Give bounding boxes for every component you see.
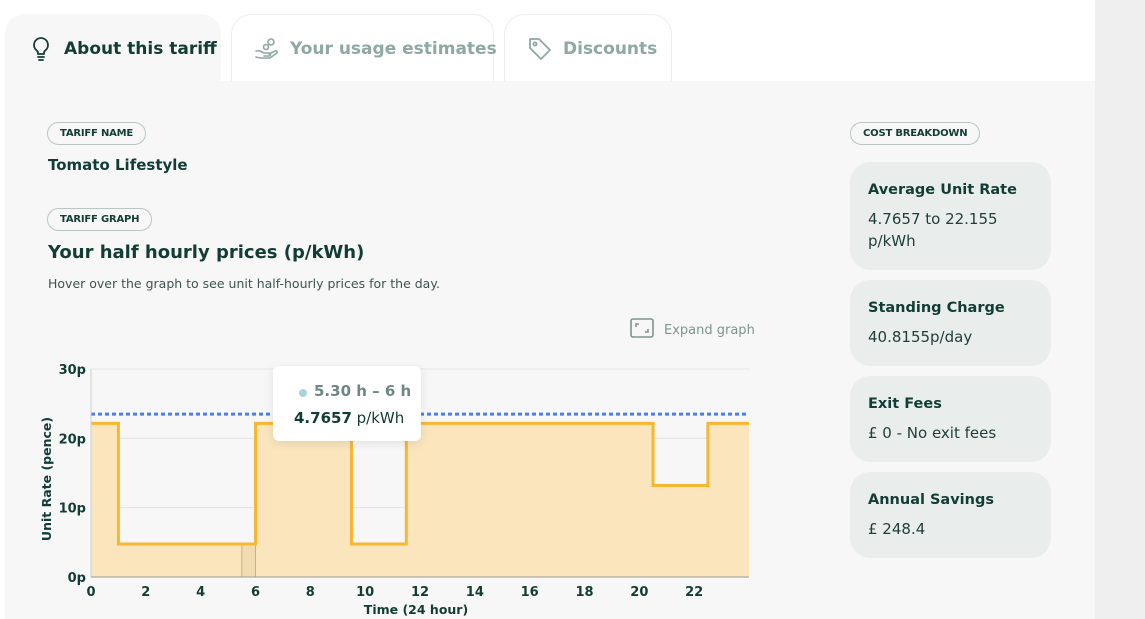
card-value: 4.7657 to 22.155 p/kWh <box>868 210 998 250</box>
card-title: Exit Fees <box>868 396 942 412</box>
x-tick-label: 20 <box>630 585 648 600</box>
x-tick-label: 0 <box>86 585 95 600</box>
tooltip-time: 5.30 h – 6 h <box>314 382 412 400</box>
x-axis-label: Time (24 hour) <box>364 602 468 617</box>
tooltip-price-unit: p/kWh <box>351 409 405 427</box>
tooltip-dot <box>299 389 307 397</box>
y-tick-label: 20p <box>59 432 86 447</box>
y-tick-label: 30p <box>59 363 86 378</box>
tab-discounts[interactable]: Discounts <box>504 14 672 82</box>
expand-graph-button[interactable]: Expand graph <box>630 318 755 342</box>
tab-bar: About this tariff Your usage estimates D… <box>5 14 1095 82</box>
tab-label: About this tariff <box>64 38 217 59</box>
graph-description: Hover over the graph to see unit half-ho… <box>48 276 440 291</box>
tab-label: Discounts <box>563 38 658 59</box>
tariff-name: Tomato Lifestyle <box>48 156 188 174</box>
card-title: Average Unit Rate <box>868 182 1017 198</box>
tariff-name-pill: TARIFF NAME <box>47 122 147 145</box>
chart-tooltip: 5.30 h – 6 h 4.7657 p/kWh <box>273 366 421 441</box>
x-tick-label: 4 <box>196 585 205 600</box>
tag-icon <box>527 36 553 62</box>
x-tick-label: 22 <box>685 585 703 600</box>
card-value: 40.8155p/day <box>868 328 973 346</box>
lightbulb-icon <box>28 36 54 62</box>
card-value: £ 0 - No exit fees <box>868 424 997 442</box>
x-tick-label: 10 <box>356 585 374 600</box>
card-value: £ 248.4 <box>868 520 926 538</box>
average-unit-rate-card: Average Unit Rate 4.7657 to 22.155 p/kWh <box>850 162 1051 270</box>
price-area <box>91 423 749 577</box>
annual-savings-card: Annual Savings £ 248.4 <box>850 472 1051 558</box>
tab-label: Your usage estimates <box>290 38 497 59</box>
graph-title: Your half hourly prices (p/kWh) <box>48 242 365 263</box>
x-tick-label: 16 <box>521 585 539 600</box>
y-tick-label: 0p <box>68 571 86 586</box>
x-tick-label: 14 <box>466 585 484 600</box>
tab-usage-estimates[interactable]: Your usage estimates <box>231 14 497 82</box>
tooltip-price-value: 4.7657 <box>294 409 352 427</box>
tooltip-price: 4.7657 p/kWh <box>294 409 404 427</box>
highlighted-slot <box>241 543 257 578</box>
y-tick-label: 10p <box>59 502 86 517</box>
exit-fees-card: Exit Fees £ 0 - No exit fees <box>850 376 1051 462</box>
cost-breakdown-pill: COST BREAKDOWN <box>850 122 981 145</box>
tab-about-tariff[interactable]: About this tariff <box>5 14 221 82</box>
x-tick-label: 6 <box>251 585 260 600</box>
expand-icon <box>630 318 654 342</box>
tariff-graph-pill: TARIFF GRAPH <box>47 208 153 231</box>
hand-coins-icon <box>254 36 280 62</box>
x-tick-label: 18 <box>575 585 593 600</box>
x-tick-label: 2 <box>141 585 150 600</box>
x-tick-label: 8 <box>306 585 315 600</box>
card-title: Standing Charge <box>868 300 1005 316</box>
x-tick-label: 12 <box>411 585 429 600</box>
y-axis-label: Unit Rate (pence) <box>39 417 54 541</box>
page-scroll-gutter <box>1095 0 1145 619</box>
card-title: Annual Savings <box>868 492 994 508</box>
tariff-panel: TARIFF NAME Tomato Lifestyle TARIFF GRAP… <box>5 81 1095 619</box>
expand-graph-label: Expand graph <box>664 322 755 338</box>
standing-charge-card: Standing Charge 40.8155p/day <box>850 280 1051 366</box>
